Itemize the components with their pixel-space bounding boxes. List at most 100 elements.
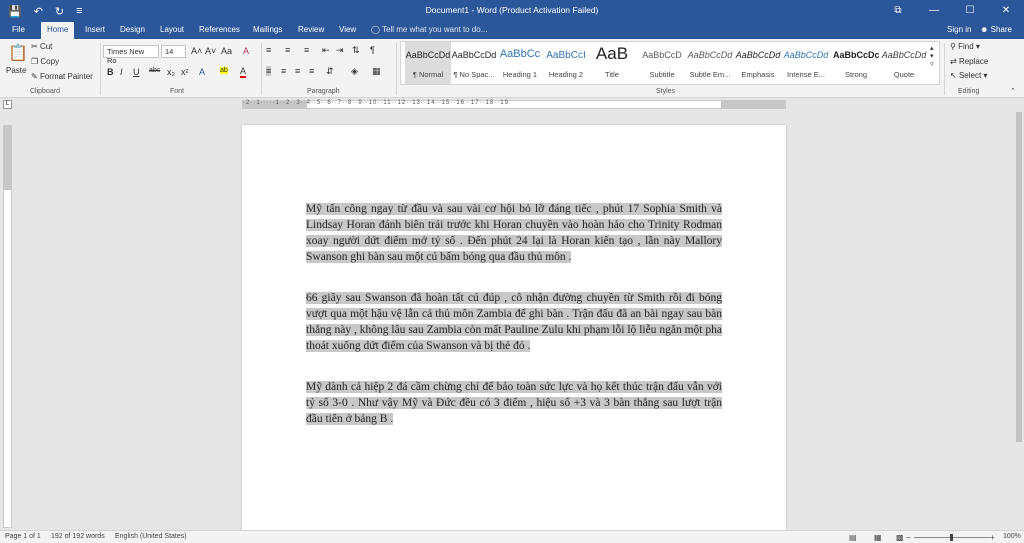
copy-button[interactable]: ❐ Copy <box>31 57 59 66</box>
font-name-box[interactable]: Times New Ro <box>103 45 159 65</box>
sort-icon[interactable]: ⇅ <box>352 45 360 56</box>
format-painter-button[interactable]: ✎ Format Painter <box>31 72 93 81</box>
zoom-out-icon[interactable]: − <box>906 533 911 542</box>
select-button[interactable]: ↖ Select ▾ <box>950 71 987 80</box>
style-heading-2[interactable]: AaBbCcI Heading 2 <box>543 42 589 84</box>
style-preview: AaBbCcDd <box>687 50 733 60</box>
decrease-indent-icon[interactable]: ⇤ <box>322 45 330 56</box>
paragraph-2[interactable]: 66 giây sau Swanson đã hoàn tất cú đúp ,… <box>306 290 722 354</box>
bold-icon[interactable]: B <box>107 67 114 77</box>
style-subtitle[interactable]: AaBbCcD Subtitle <box>639 42 685 84</box>
zoom-level[interactable]: 100% <box>1003 533 1021 540</box>
multilevel-list-icon[interactable]: ≡ <box>304 45 309 55</box>
style-subtle-emphasis[interactable]: AaBbCcDd Subtle Em... <box>687 42 733 84</box>
justify-icon[interactable]: ≡ <box>309 66 314 76</box>
replace-button[interactable]: ⇄ Replace <box>950 57 988 66</box>
font-size-box[interactable]: 14 <box>161 45 186 58</box>
window-controls: ⧉ — ☐ ✕ <box>880 0 1024 22</box>
style-strong[interactable]: AaBbCcDc Strong <box>833 42 879 84</box>
style-preview: AaBbCc <box>499 48 541 60</box>
shrink-font-icon[interactable]: A˅ <box>205 46 216 56</box>
bullets-icon[interactable]: ≡ <box>266 45 271 55</box>
find-button[interactable]: ⚲ Find ▾ <box>950 42 980 51</box>
text-effects-icon[interactable]: A <box>199 67 205 77</box>
cut-label: Cut <box>39 42 53 51</box>
ribbon-display-options-icon[interactable]: ⧉ <box>880 0 916 22</box>
styles-scroll-icon[interactable]: ▴ ▾ ▿ <box>930 44 934 68</box>
minimize-icon[interactable]: — <box>916 0 952 22</box>
scrollbar-thumb[interactable] <box>1016 112 1022 442</box>
style-heading-1[interactable]: AaBbCc Heading 1 <box>497 42 543 84</box>
scissors-icon: ✂ <box>31 42 40 51</box>
change-case-icon[interactable]: Aa <box>221 46 232 56</box>
underline-icon[interactable]: U <box>133 67 140 77</box>
show-marks-icon[interactable]: ¶ <box>370 45 375 55</box>
window-title: Document1 - Word (Product Activation Fai… <box>425 5 599 15</box>
collapse-ribbon-icon[interactable]: ⌃ <box>1010 87 1016 95</box>
style-emphasis[interactable]: AaBbCcDd Emphasis <box>735 42 781 84</box>
title-bar: 💾 ↶ ↻ ≡ Document1 - Word (Product Activa… <box>0 0 1024 22</box>
superscript-icon[interactable]: x² <box>181 67 189 77</box>
paragraph-3[interactable]: Mỹ dành cả hiệp 2 đá cầm chừng chỉ để bả… <box>306 379 722 427</box>
style-intense-emphasis[interactable]: AaBbCcDd Intense E... <box>783 42 829 84</box>
subscript-icon[interactable]: x₂ <box>167 67 175 77</box>
paste-icon[interactable]: 📋 <box>8 43 28 63</box>
italic-icon[interactable]: I <box>120 67 123 77</box>
style-normal[interactable]: AaBbCcDd ¶ Normal <box>405 42 451 84</box>
maximize-icon[interactable]: ☐ <box>952 0 988 22</box>
vertical-ruler[interactable] <box>3 125 12 528</box>
tab-selector-icon[interactable]: L <box>3 100 12 109</box>
cursor-icon: ↖ <box>950 71 959 80</box>
numbering-icon[interactable]: ≡ <box>285 45 290 55</box>
cut-button[interactable]: ✂ Cut <box>31 42 52 51</box>
strikethrough-icon[interactable]: abc <box>149 67 160 74</box>
read-mode-icon[interactable]: ▤ <box>849 533 857 542</box>
paragraph-1[interactable]: Mỹ tấn công ngay từ đầu và sau vài cơ hộ… <box>306 201 722 265</box>
style-label: ¶ Normal <box>412 70 444 79</box>
web-layout-icon[interactable]: ▩ <box>896 533 904 542</box>
shading-icon[interactable]: ◈ <box>351 66 358 77</box>
borders-icon[interactable]: ▦ <box>372 66 381 77</box>
font-color-icon[interactable]: A <box>240 66 247 78</box>
align-right-icon[interactable]: ≡ <box>295 66 300 76</box>
style-title[interactable]: AaB Title <box>589 42 635 84</box>
zoom-slider-knob[interactable] <box>950 534 953 541</box>
highlight-icon[interactable]: ab <box>220 67 228 74</box>
tab-design[interactable]: Design <box>120 25 145 34</box>
align-center-icon[interactable]: ≡ <box>281 66 286 76</box>
zoom-slider[interactable] <box>914 534 990 541</box>
close-icon[interactable]: ✕ <box>988 0 1024 22</box>
grow-font-icon[interactable]: A˄ <box>191 46 202 56</box>
increase-indent-icon[interactable]: ⇥ <box>336 45 344 56</box>
tab-review[interactable]: Review <box>298 25 324 34</box>
style-no-spacing[interactable]: AaBbCcDd ¶ No Spac... <box>451 42 497 84</box>
tab-insert[interactable]: Insert <box>85 25 105 34</box>
paste-button[interactable]: Paste <box>6 66 26 75</box>
tab-file[interactable]: File <box>12 25 25 34</box>
tab-home[interactable]: Home <box>41 22 75 39</box>
style-label: Heading 1 <box>502 70 538 79</box>
group-divider <box>396 43 397 95</box>
vertical-scrollbar[interactable] <box>1014 98 1024 530</box>
horizontal-ruler[interactable]: ·2··1·····1··2··3··4··5··6··7··8··9··10·… <box>242 100 786 109</box>
tab-layout[interactable]: Layout <box>160 25 184 34</box>
style-label: Strong <box>844 70 868 79</box>
tab-mailings[interactable]: Mailings <box>253 25 282 34</box>
document-page[interactable]: Mỹ tấn công ngay từ đầu và sau vài cơ hộ… <box>242 125 786 535</box>
align-left-icon[interactable]: ≡ <box>266 66 272 76</box>
word-count[interactable]: 192 of 192 words <box>51 533 105 540</box>
tell-me-search[interactable]: ◯ Tell me what you want to do... <box>371 25 487 34</box>
tab-view[interactable]: View <box>339 25 356 34</box>
zoom-in-icon[interactable]: + <box>990 533 995 542</box>
language-indicator[interactable]: English (United States) <box>115 533 187 540</box>
share-button[interactable]: ☻ Share <box>980 25 1012 34</box>
line-spacing-icon[interactable]: ⇵ <box>326 66 334 77</box>
tab-references[interactable]: References <box>199 25 240 34</box>
print-layout-icon[interactable]: ▦ <box>874 533 882 542</box>
style-label: Title <box>605 70 619 79</box>
lightbulb-icon: ◯ <box>371 25 383 34</box>
sign-in-link[interactable]: Sign in <box>947 25 971 34</box>
clear-formatting-icon[interactable]: A <box>243 46 249 56</box>
style-quote[interactable]: AaBbCcDd Quote <box>881 42 927 84</box>
page-count[interactable]: Page 1 of 1 <box>5 533 41 540</box>
